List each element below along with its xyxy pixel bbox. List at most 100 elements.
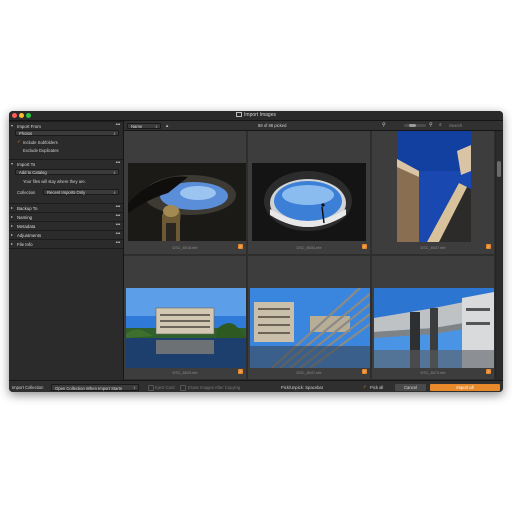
erase-images-checkbox[interactable]: [180, 385, 186, 391]
include-subfolders-label: Include Subfolders: [23, 140, 58, 145]
erase-images-label: Erase Images After Copying: [188, 384, 241, 390]
thumbnail-filename: DSC_8018.nfe: [172, 246, 198, 250]
browser-toolbar: Name ⇕ ▲ 88 of 88 picked ⚲ ⚲ ⌕ Search: [124, 121, 503, 131]
window-title-text: Import Images: [244, 112, 276, 118]
thumbnail-size-slider[interactable]: [404, 124, 426, 127]
sort-direction-toggle[interactable]: ▲: [165, 123, 169, 128]
import-destination-value: Add to Catalog: [19, 170, 47, 175]
section-backup-to[interactable]: ▸ Backup To •••: [9, 203, 123, 212]
section-metadata[interactable]: ▸ Metadata •••: [9, 221, 123, 230]
eject-card-checkbox[interactable]: [148, 385, 154, 391]
section-import-from[interactable]: ▾ Import From •••: [9, 121, 123, 130]
chevron-right-icon: ▸: [11, 214, 14, 219]
chevron-down-icon: ▾: [11, 123, 14, 128]
collection-value: Recent Imports Only: [47, 190, 86, 195]
include-subfolders-checkbox[interactable]: ✓: [17, 139, 21, 144]
thumbnail-cell[interactable]: DSC_8043.nfe ✓: [124, 256, 246, 379]
search-icon: ⌕: [439, 122, 442, 128]
more-options-icon[interactable]: •••: [116, 160, 121, 166]
section-title: File Info: [17, 241, 33, 247]
bottom-bar: Import Collection Open Collection When I…: [9, 380, 503, 392]
import-collection-select[interactable]: Open Collection When Import Starts ⇕: [51, 383, 139, 391]
pick-checkbox[interactable]: ✓: [486, 244, 491, 249]
dropdown-arrow-icon: ⇕: [154, 124, 158, 129]
section-title: Adjustments: [17, 232, 42, 238]
more-options-icon[interactable]: •••: [116, 231, 121, 237]
section-file-info[interactable]: ▸ File Info •••: [9, 239, 123, 249]
thumbnail-cell[interactable]: DSC_8034.nfe ✓: [248, 131, 370, 254]
more-options-icon[interactable]: •••: [116, 204, 121, 210]
pick-all-label: Pick all: [370, 384, 384, 390]
section-title: Metadata: [17, 223, 36, 229]
dropdown-arrow-icon: ⇕: [132, 385, 136, 390]
section-naming[interactable]: ▸ Naming •••: [9, 212, 123, 221]
chevron-right-icon: ▸: [11, 223, 14, 228]
pick-checkbox[interactable]: ✓: [238, 244, 243, 249]
thumbnail-image[interactable]: [374, 288, 494, 368]
thumbnail-image[interactable]: [128, 163, 246, 241]
import-source-value: Photos: [19, 131, 33, 136]
scrollbar-thumb[interactable]: [497, 161, 501, 177]
grid-scrollbar[interactable]: [496, 131, 502, 380]
thumbnail-filename: DSC_8047.nfe: [296, 371, 322, 375]
import-icon: [236, 112, 243, 118]
import-source-select[interactable]: Photos ⇕: [15, 130, 119, 136]
chevron-right-icon: ▸: [11, 232, 14, 237]
section-title: Import To: [17, 161, 36, 167]
import-destination-select[interactable]: Add to Catalog ⇕: [15, 169, 119, 175]
exclude-duplicates-label: Exclude Duplicates: [23, 148, 59, 153]
more-options-icon[interactable]: •••: [116, 213, 121, 219]
pick-checkbox[interactable]: ✓: [362, 244, 367, 249]
thumbnail-cell[interactable]: DSC_8047.nfe ✓: [248, 256, 370, 379]
chevron-down-icon: ▾: [11, 161, 14, 166]
pick-checkbox[interactable]: ✓: [362, 369, 367, 374]
sort-value: Name: [131, 123, 143, 129]
section-adjustments[interactable]: ▸ Adjustments •••: [9, 230, 123, 239]
left-panel: ▾ Import From ••• Photos ⇕ ✓ Include Sub…: [9, 121, 124, 380]
collection-label: Collection: [17, 190, 36, 195]
thumbnail-cell[interactable]: DSC_8037.nfe ✓: [372, 131, 494, 254]
picked-count: 88 of 88 picked: [258, 123, 287, 128]
dropdown-arrow-icon: ⇕: [112, 191, 116, 195]
thumbnail-cell[interactable]: DSC_8018.nfe ✓: [124, 131, 246, 254]
pick-hint: Pick/Unpick: Spacebar: [281, 384, 324, 390]
thumbnail-image[interactable]: [252, 163, 366, 241]
eject-card-label: Eject Card: [155, 384, 175, 390]
import-collection-label: Import Collection: [12, 384, 44, 390]
section-title: Backup To: [17, 205, 38, 211]
thumbnail-filename: DSC_8043.nfe: [172, 371, 198, 375]
pick-checkbox[interactable]: ✓: [238, 369, 243, 374]
thumbnail-image[interactable]: [250, 288, 370, 368]
thumbnail-filename: DSC_8034.nfe: [296, 246, 322, 250]
more-options-icon[interactable]: •••: [116, 122, 121, 128]
thumbnail-image[interactable]: [126, 288, 246, 368]
chevron-right-icon: ▸: [11, 241, 14, 246]
section-import-to[interactable]: ▾ Import To •••: [9, 159, 123, 168]
cancel-button[interactable]: Cancel: [395, 384, 426, 391]
slider-thumb[interactable]: [409, 124, 416, 127]
thumbnail-grid: DSC_8018.nfe ✓ DSC_8034.nfe ✓ DSC_8037.n…: [124, 131, 495, 380]
search-input[interactable]: Search: [449, 123, 462, 128]
zoom-in-icon[interactable]: ⚲: [429, 122, 433, 128]
section-title: Import From: [17, 123, 41, 129]
thumbnail-image[interactable]: [397, 131, 471, 242]
dropdown-arrow-icon: ⇕: [112, 171, 116, 175]
dropdown-arrow-icon: ⇕: [112, 132, 116, 136]
more-options-icon[interactable]: •••: [116, 222, 121, 228]
window-title: Import Images: [9, 112, 503, 118]
thumbnail-cell[interactable]: DSC_8074.nfe ✓: [372, 256, 494, 379]
chevron-right-icon: ▸: [11, 205, 14, 210]
more-options-icon[interactable]: •••: [116, 240, 121, 246]
sort-select[interactable]: Name ⇕: [127, 122, 161, 129]
collection-select[interactable]: Recent Imports Only ⇕: [43, 189, 119, 195]
import-collection-value: Open Collection When Import Starts: [55, 385, 123, 391]
import-to-note: Your files will stay where they are.: [23, 179, 86, 184]
thumbnail-filename: DSC_8037.nfe: [420, 246, 446, 250]
import-images-window: Import Images ▾ Import From ••• Photos ⇕…: [9, 111, 503, 392]
pick-all-checkbox[interactable]: ✓: [363, 384, 367, 389]
thumbnail-filename: DSC_8074.nfe: [420, 371, 446, 375]
import-all-button[interactable]: Import all: [430, 384, 500, 391]
pick-checkbox[interactable]: ✓: [486, 369, 491, 374]
zoom-out-icon[interactable]: ⚲: [382, 122, 386, 128]
section-title: Naming: [17, 214, 33, 220]
